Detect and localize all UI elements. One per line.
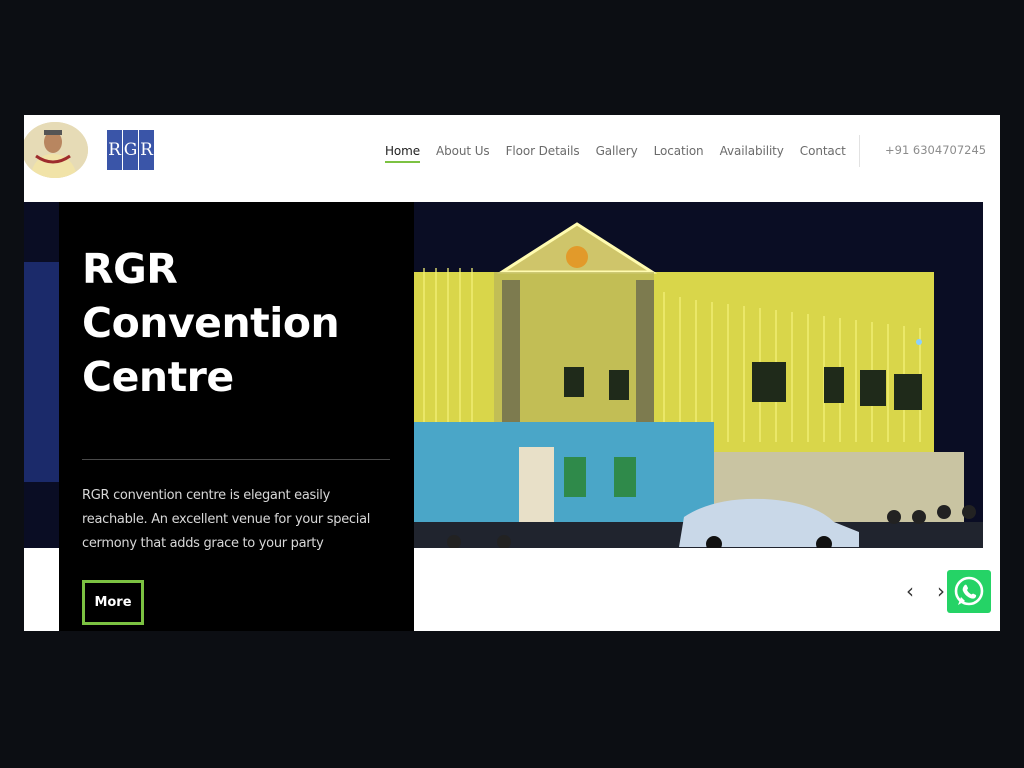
rgr-logo[interactable]: R G R <box>107 130 154 170</box>
nav-floor-details[interactable]: Floor Details <box>506 144 580 158</box>
main-nav: Home About Us Floor Details Gallery Loca… <box>385 115 846 187</box>
header-divider <box>859 135 860 167</box>
chevron-left-icon[interactable]: ‹ <box>903 581 917 601</box>
nav-home[interactable]: Home <box>385 144 420 163</box>
nav-availability[interactable]: Availability <box>720 144 784 158</box>
nav-gallery[interactable]: Gallery <box>596 144 638 158</box>
logo-letter: R <box>139 130 154 170</box>
logo-letter: G <box>123 130 138 170</box>
more-button[interactable]: More <box>82 580 144 625</box>
nav-contact[interactable]: Contact <box>800 144 846 158</box>
chevron-right-icon[interactable]: › <box>934 581 948 601</box>
nav-about-us[interactable]: About Us <box>436 144 490 158</box>
website-frame: R G R Home About Us Floor Details Galler… <box>24 115 1000 631</box>
phone-number[interactable]: +91 6304707245 <box>885 143 986 157</box>
hero-title: RGR Convention Centre <box>82 245 340 401</box>
hero-description: RGR convention centre is elegant easily … <box>82 488 371 551</box>
owner-avatar <box>24 122 88 178</box>
panel-divider <box>82 459 390 460</box>
nav-location[interactable]: Location <box>654 144 704 158</box>
hero-text-panel: RGR Convention Centre RGR convention cen… <box>59 202 414 631</box>
site-header: R G R Home About Us Floor Details Galler… <box>24 115 1000 202</box>
logo-letter: R <box>107 130 122 170</box>
whatsapp-icon[interactable] <box>947 570 991 613</box>
